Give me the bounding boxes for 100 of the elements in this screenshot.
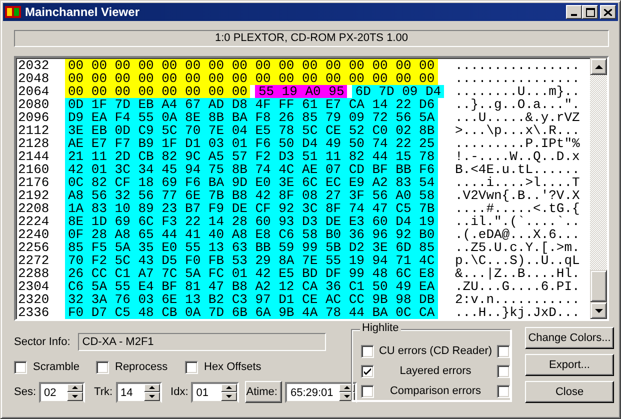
hex-bytes: 00 00 00 00 00 00 00 00 00 00 00 00 00 00 00 00: [65, 72, 438, 85]
atime-button[interactable]: Atime:: [245, 381, 282, 403]
field-label: Trk:: [94, 386, 113, 398]
checkbox-label[interactable]: CU errors (CD Reader): [374, 345, 497, 357]
ascii-text: ................: [455, 72, 580, 85]
offset-label: 2064: [18, 85, 50, 98]
offset-label: 2288: [18, 267, 50, 280]
hex-bytes: 32 3A 76 03 6E 13 B2 C3 97 D1 CE AC CC 9B 98 DB: [65, 293, 438, 306]
window-title: Mainchannel Viewer: [25, 5, 140, 19]
checkbox[interactable]: [497, 364, 510, 378]
hex-bytes: 00 00 00 00 00 00 00 00 00 00 00 00 00 00 00 00: [65, 59, 438, 72]
ascii-text: ....i....>l....T: [455, 176, 580, 189]
offset-label: 2160: [18, 163, 50, 176]
hex-bytes: 85 F5 5A 35 E0 55 13 63 BB 59 99 5B D2 3E 6D 85: [65, 241, 438, 254]
offset-label: 2192: [18, 189, 50, 202]
checkbox[interactable]: [14, 360, 27, 374]
hex-bytes: 3E EB 0D C9 5C 70 7E 04 E5 78 5C CE 52 C0 02 8B: [65, 124, 438, 137]
hex-bytes: 21 11 2D CB 82 9C A5 57 F2 D3 51 11 82 44 15 78: [65, 150, 438, 163]
offset-label: 2032: [18, 59, 50, 72]
checkbox-label[interactable]: Hex Offsets: [204, 361, 262, 373]
checkbox[interactable]: [96, 360, 109, 374]
ascii-text: ...H..}kj.JxD...: [455, 306, 580, 319]
ascii-text: ..il.".(`....`..: [455, 215, 580, 228]
offset-label: 2336: [18, 306, 50, 319]
device-bar: 1:0 PLEXTOR, CD-ROM PX-20TS 1.00: [14, 30, 609, 47]
checkbox[interactable]: [361, 364, 374, 378]
maximize-button[interactable]: [582, 5, 598, 19]
checkbox-label[interactable]: Scramble: [33, 361, 80, 373]
maximize-icon: [586, 8, 594, 16]
close-button[interactable]: [600, 5, 616, 19]
checkbox[interactable]: [497, 384, 510, 398]
ascii-text: >...\p...x\.R...: [455, 124, 580, 137]
checkbox[interactable]: [497, 344, 510, 358]
ascii-text: .V2Vwn{.B..'?V.X: [455, 189, 580, 202]
ascii-text: p.\C...S)..U..qL: [455, 254, 580, 267]
offset-label: 2144: [18, 150, 50, 163]
hex-bytes: D9 EA F4 55 0A 8E 8B BA F8 26 85 79 09 72 56 5A: [65, 111, 438, 124]
hex-bytes: 42 01 3C 34 45 94 75 8B 74 4C AE 07 CD BF BB F6: [65, 163, 438, 176]
offset-label: 2048: [18, 72, 50, 85]
offset-label: 2176: [18, 176, 50, 189]
offset-label: 2080: [18, 98, 50, 111]
ascii-text: 2:v.n...........: [455, 293, 580, 306]
offset-label: 2240: [18, 228, 50, 241]
ascii-text: ........U...m}..: [455, 85, 580, 98]
dialog-button[interactable]: Export...: [525, 354, 614, 376]
ascii-text: ..Z5.U.c.Y.[.>m.: [455, 241, 580, 254]
scroll-up-button[interactable]: [590, 58, 607, 75]
field-label: Idx:: [170, 386, 188, 398]
sector-info-field: CD-XA - M2F1: [78, 333, 326, 351]
hex-bytes: 00 00 00 00 00 00 00 00: [65, 85, 250, 98]
ascii-text: ................: [455, 59, 580, 72]
checkbox[interactable]: [361, 384, 374, 398]
offset-label: 2256: [18, 241, 50, 254]
scroll-thumb[interactable]: [590, 270, 607, 302]
hex-bytes: 6D 7D 09 D4: [352, 85, 444, 98]
app-icon: [5, 5, 21, 19]
ascii-text: ....#.....<.tG.{: [455, 202, 580, 215]
hex-bytes: 0C 82 CF 18 69 F6 BA 9D E0 3E 6C EC E9 A2 83 54: [65, 176, 438, 189]
offset-label: 2304: [18, 280, 50, 293]
ascii-text: .........P.IPt"%: [455, 137, 580, 150]
minimize-button[interactable]: [566, 5, 582, 19]
scrollbar-track[interactable]: [590, 58, 607, 319]
checkbox[interactable]: [185, 360, 198, 374]
scroll-down-button[interactable]: [590, 302, 607, 319]
close-icon: [604, 8, 612, 16]
ascii-text: B.<4E.u.tL......: [455, 163, 580, 176]
hex-bytes: C6 5A 55 E4 BF 81 47 B8 A2 12 CA 36 C1 50 49 EA: [65, 280, 438, 293]
hex-bytes: 55 19 A0 95: [255, 85, 348, 98]
ascii-text: .ZU...G....6.PI.: [455, 280, 580, 293]
field-label: Ses:: [14, 386, 36, 398]
ascii-text: !.-....W..Q..D.x: [455, 150, 580, 163]
checkbox-label[interactable]: Reprocess: [115, 361, 168, 373]
hex-bytes: 70 F2 5C 43 D5 F0 FB 53 29 8A 7E 55 19 94 71 4C: [65, 254, 438, 267]
dialog-button[interactable]: Close: [525, 381, 614, 403]
dialog-button[interactable]: Change Colors...: [525, 327, 614, 349]
check-mark-icon: [364, 368, 371, 374]
checkbox-label[interactable]: Comparison errors: [374, 385, 497, 397]
offset-label: 2128: [18, 137, 50, 150]
hex-bytes: A8 56 32 56 77 6E 7B B8 42 8F 08 27 3F 56 A0 58: [65, 189, 438, 202]
ascii-text: ..}..g..O.a...".: [455, 98, 580, 111]
hex-bytes: 0F 28 A8 65 44 41 40 A8 E8 C6 58 B0 36 96 92 B0: [65, 228, 438, 241]
hex-bytes: 8E 1D 69 6C F3 22 14 28 60 93 D3 DE E3 60 D4 19: [65, 215, 438, 228]
hex-bytes: AE E7 F7 B9 1F D1 03 01 F6 50 D4 49 50 74 22 25: [65, 137, 438, 150]
hex-bytes: 0D 1F 7D EB A4 67 AD D8 4F FF 61 E7 CA 14 22 D6: [65, 98, 438, 111]
field-label: Sector Info:: [14, 336, 70, 348]
group-title: Highlite: [360, 322, 401, 334]
offset-label: 2320: [18, 293, 50, 306]
hex-bytes: F0 D7 C5 48 CB 0A 7D 6B 6A 9B 4A 78 44 BA 0C CA: [65, 306, 438, 319]
hex-bytes: 1A 83 10 89 23 B7 F9 DE CF 92 3C 8F 74 47 C5 7B: [65, 202, 438, 215]
offset-label: 2112: [18, 124, 50, 137]
offset-label: 2224: [18, 215, 50, 228]
ascii-text: &...|Z..B....Hl.: [455, 267, 580, 280]
ascii-text: ...U.....&.y.rVZ: [455, 111, 580, 124]
offset-label: 2096: [18, 111, 50, 124]
offset-label: 2208: [18, 202, 50, 215]
checkbox-label[interactable]: Layered errors: [374, 365, 497, 377]
hex-bytes: 26 CC C1 A7 7C 5A FC 01 42 E5 BD DF 99 48 6C E8: [65, 267, 438, 280]
ascii-text: .(.eDA@...X.6...: [455, 228, 580, 241]
offset-label: 2272: [18, 254, 50, 267]
checkbox[interactable]: [361, 344, 374, 358]
